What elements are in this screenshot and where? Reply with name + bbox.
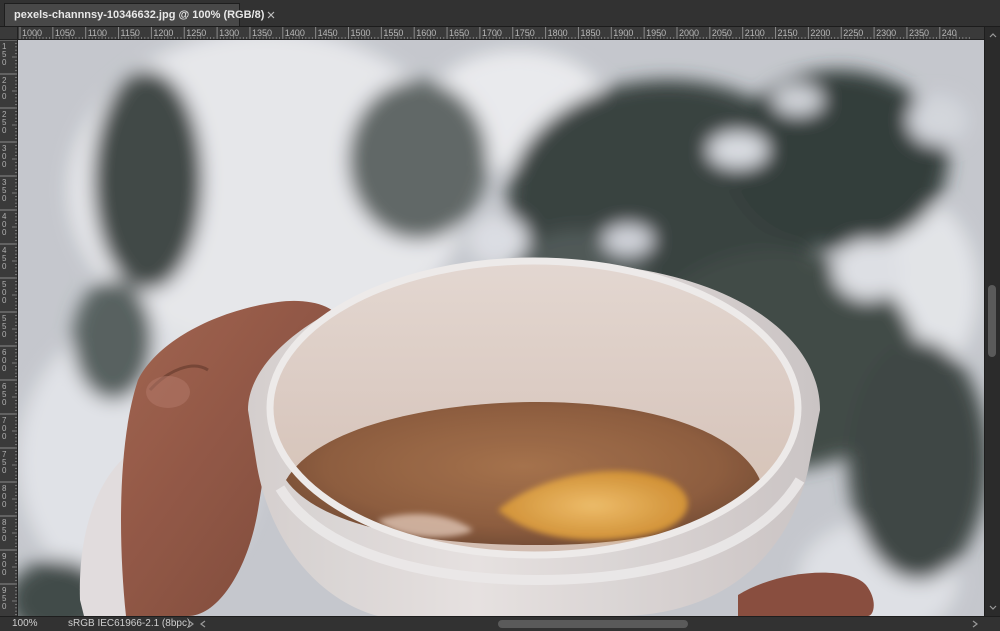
ruler-tick-label: 2050: [712, 28, 732, 38]
ruler-tick-label: 2000: [679, 28, 699, 38]
document-tab[interactable]: pexels-channnsy-10346632.jpg @ 100% (RGB…: [4, 3, 275, 26]
zoom-level-field[interactable]: 100%: [2, 618, 58, 630]
chevron-right-icon[interactable]: [186, 619, 196, 629]
ruler-tick-label: 2300: [876, 28, 896, 38]
ruler-tick-label: 0: [2, 534, 7, 543]
ruler-tick-label: 1100: [88, 28, 107, 38]
ruler-tick-label: 1200: [153, 28, 173, 38]
ruler-tick-label: 0: [2, 466, 7, 475]
ruler-tick-label: 1800: [548, 28, 568, 38]
ruler-tick-label: 1850: [580, 28, 600, 38]
document-tab-title: pexels-channnsy-10346632.jpg @ 100% (RGB…: [14, 9, 265, 21]
ruler-tick-label: 2100: [745, 28, 765, 38]
ruler-tick-label: 2150: [778, 28, 798, 38]
vertical-ruler[interactable]: 1502002503003504004505005506006507007508…: [0, 40, 18, 616]
ruler-tick-label: 1700: [482, 28, 502, 38]
ruler-tick-label: 0: [2, 364, 7, 373]
ruler-tick-label: 0: [2, 602, 7, 611]
ruler-tick-label: 0: [2, 296, 7, 305]
ruler-tick-label: 1650: [449, 28, 469, 38]
ruler-tick-label: 1300: [219, 28, 239, 38]
horizontal-scroll-thumb[interactable]: [498, 620, 688, 628]
vertical-scrollbar[interactable]: [984, 27, 1000, 616]
ruler-tick-label: 1250: [186, 28, 206, 38]
ruler-tick-label: 0: [2, 432, 7, 441]
ruler-tick-label: 0: [2, 92, 7, 101]
ruler-tick-label: 0: [2, 194, 7, 203]
ruler-tick-label: 1350: [252, 28, 272, 38]
ruler-tick-label: 1950: [646, 28, 666, 38]
image-canvas[interactable]: [18, 40, 984, 616]
ruler-tick-label: 240: [942, 28, 957, 38]
chevron-down-icon[interactable]: [985, 602, 1000, 614]
document-tab-bar: pexels-channnsy-10346632.jpg @ 100% (RGB…: [0, 0, 1000, 27]
ruler-tick-label: 1150: [121, 28, 140, 38]
ruler-tick-label: 1900: [613, 28, 633, 38]
ruler-tick-label: 2200: [810, 28, 830, 38]
ruler-tick-label: 1550: [383, 28, 403, 38]
ruler-tick-label: 0: [2, 568, 7, 577]
close-icon[interactable]: [264, 8, 278, 22]
photo-tea-cup: [18, 40, 984, 616]
ruler-tick-label: 1500: [351, 28, 371, 38]
horizontal-scrollbar[interactable]: [210, 620, 965, 628]
ruler-tick-label: 2250: [843, 28, 863, 38]
ruler-tick-label: 2350: [909, 28, 929, 38]
ruler-tick-label: 0: [2, 500, 7, 509]
ruler-tick-label: 0: [2, 58, 7, 67]
ruler-tick-label: 1050: [55, 28, 75, 38]
ruler-tick-label: 0: [2, 398, 7, 407]
ruler-tick-label: 1600: [416, 28, 436, 38]
ruler-tick-label: 0: [2, 262, 7, 271]
status-bar: 100% sRGB IEC61966-2.1 (8bpc): [0, 616, 1000, 631]
ruler-tick-label: 0: [2, 228, 7, 237]
horizontal-ruler[interactable]: 1000 1050 1100 1150 1200 1250 1300 1350 1400 1450…: [18, 27, 984, 40]
ruler-tick-label: 0: [2, 126, 7, 135]
chevron-left-icon[interactable]: [198, 619, 208, 629]
vertical-scroll-thumb[interactable]: [988, 285, 996, 357]
ruler-tick-label: 1750: [515, 28, 535, 38]
ruler-tick-label: 0: [2, 160, 7, 169]
ruler-origin[interactable]: [0, 27, 18, 40]
chevron-right-icon[interactable]: [970, 619, 980, 629]
ruler-tick-label: 0: [2, 330, 7, 339]
chevron-up-icon[interactable]: [985, 29, 1000, 41]
ruler-tick-label: 1400: [285, 28, 305, 38]
ruler-tick-label: 1000: [22, 28, 42, 38]
ruler-tick-label: 1450: [318, 28, 338, 38]
document-color-profile: sRGB IEC61966-2.1 (8bpc): [68, 618, 191, 629]
